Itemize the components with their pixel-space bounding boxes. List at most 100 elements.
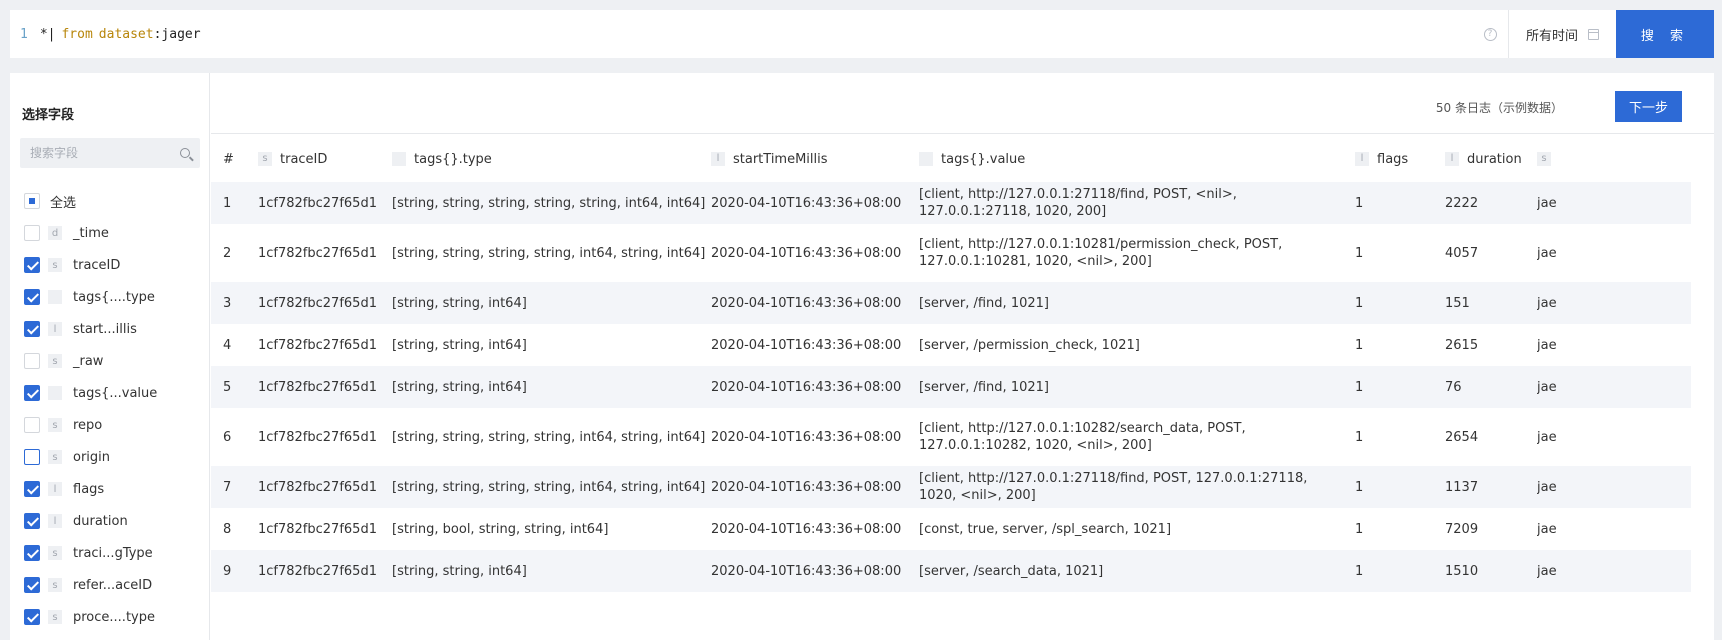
field-item[interactable]: s refer...aceID — [24, 569, 204, 601]
table-cell: [server, /find, 1021] — [919, 282, 1355, 324]
field-type-badge: s — [48, 354, 62, 368]
field-checkbox[interactable] — [24, 577, 40, 593]
field-item[interactable]: l start...illis — [24, 313, 204, 345]
table-cell: jae — [1537, 282, 1691, 324]
field-type-badge — [48, 290, 62, 304]
table-cell: 2020-04-10T16:43:36+08:00 — [711, 337, 902, 353]
field-name: start...illis — [73, 321, 137, 337]
column-type-badge: s — [1537, 152, 1551, 166]
column-header[interactable]: s traceID — [258, 136, 392, 182]
table-cell: [string, string, string, string, int64, … — [392, 429, 706, 445]
query-editor[interactable]: 1 *| from dataset: jager — [10, 10, 1472, 58]
field-checkbox[interactable] — [24, 289, 40, 305]
sidebar-title: 选择字段 — [22, 108, 75, 123]
field-type-badge — [48, 386, 62, 400]
search-button[interactable]: 搜 索 — [1616, 10, 1714, 58]
field-name: _time — [73, 225, 109, 241]
table-cell: 1 — [1355, 366, 1445, 408]
field-checkbox[interactable] — [24, 321, 40, 337]
table-cell: 2020-04-10T16:43:36+08:00 — [711, 550, 919, 592]
field-item[interactable]: tags{...value — [24, 377, 204, 409]
table-cell: jae — [1537, 466, 1691, 508]
table-cell: [string, string, int64] — [392, 366, 711, 408]
field-type-badge: s — [48, 610, 62, 624]
table-cell: 4057 — [1445, 245, 1479, 261]
column-header[interactable]: tags{}.value — [919, 136, 1355, 182]
table-row[interactable]: 7 1cf782fbc27f65d1 [string, string, string… — [211, 466, 1691, 508]
table-cell: 1510 — [1445, 550, 1537, 592]
table-cell: [string, string, string, string, int64, … — [392, 466, 711, 508]
column-header[interactable]: l flags — [1355, 136, 1445, 182]
column-header-label: flags — [1377, 151, 1409, 167]
field-item[interactable]: s _raw — [24, 345, 204, 377]
table-row[interactable]: 2 1cf782fbc27f65d1 [string, string, string… — [211, 224, 1691, 282]
table-cell: 1cf782fbc27f65d1 — [258, 521, 377, 537]
field-checkbox[interactable] — [24, 609, 40, 625]
table-cell: jae — [1537, 521, 1557, 537]
table-cell: 7209 — [1445, 521, 1479, 537]
table-row[interactable]: 4 1cf782fbc27f65d1 [string, string, int64]… — [211, 324, 1691, 366]
help-icon: ? — [1483, 27, 1497, 41]
help-button[interactable]: ? — [1472, 10, 1508, 58]
main-panel: 选择字段 全选 d_timestraceIDtags{....typelstar… — [10, 73, 1714, 640]
column-type-badge: l — [1355, 152, 1369, 166]
table-row[interactable]: 3 1cf782fbc27f65d1 [string, string, int64]… — [211, 282, 1691, 324]
field-type-badge: l — [48, 322, 62, 336]
column-header[interactable]: l startTimeMillis — [711, 136, 919, 182]
table-cell: [server, /search_data, 1021] — [919, 550, 1355, 592]
table-row[interactable]: 9 1cf782fbc27f65d1 [string, string, int64]… — [211, 550, 1691, 592]
field-list: 全选 d _time s traceID tags{....type l start...i… — [24, 185, 204, 633]
field-item[interactable]: s proce....type — [24, 601, 204, 633]
field-type-badge: s — [48, 546, 62, 560]
column-header-label: duration — [1467, 151, 1522, 167]
search-icon[interactable] — [180, 148, 190, 158]
table-cell: jae — [1537, 245, 1557, 261]
field-item[interactable]: s repo — [24, 409, 204, 441]
table-cell: 1 — [1355, 466, 1445, 508]
select-all-item[interactable]: 全选 — [24, 185, 204, 217]
table-row[interactable]: 8 1cf782fbc27f65d1 [string, bool, string, … — [211, 508, 1691, 550]
next-step-button[interactable]: 下一步 — [1615, 91, 1682, 122]
column-header[interactable]: l duration — [1445, 136, 1537, 182]
column-header[interactable]: s — [1537, 136, 1691, 182]
table-row[interactable]: 1 1cf782fbc27f65d1 [string, string, string… — [211, 182, 1691, 224]
table-cell: 1cf782fbc27f65d1 — [258, 182, 392, 224]
table-cell: [client, http://127.0.0.1:27118/find, PO… — [919, 466, 1355, 508]
table-cell: 2615 — [1445, 337, 1479, 353]
field-checkbox[interactable] — [24, 353, 40, 369]
column-type-badge: l — [711, 152, 725, 166]
field-item[interactable]: l duration — [24, 505, 204, 537]
table-cell: 2 — [223, 245, 232, 261]
table-cell: [string, string, string, string, int64, … — [392, 245, 706, 261]
field-name: tags{....type — [73, 289, 155, 305]
table-cell: 1cf782fbc27f65d1 — [258, 245, 377, 261]
field-checkbox[interactable] — [24, 417, 40, 433]
table-cell: [client, http://127.0.0.1:10281/permissi… — [919, 237, 1283, 269]
table-cell: 2654 — [1445, 429, 1479, 445]
field-checkbox[interactable] — [24, 225, 40, 241]
field-checkbox[interactable] — [24, 257, 40, 273]
field-item[interactable]: s origin — [24, 441, 204, 473]
field-search-input[interactable] — [30, 146, 170, 160]
column-header[interactable]: # — [211, 136, 258, 182]
field-name: flags — [73, 481, 105, 497]
field-item[interactable]: d _time — [24, 217, 204, 249]
table-row[interactable]: 5 1cf782fbc27f65d1 [string, string, int64]… — [211, 366, 1691, 408]
field-checkbox[interactable] — [24, 449, 40, 465]
select-all-checkbox[interactable] — [24, 193, 40, 209]
field-checkbox[interactable] — [24, 513, 40, 529]
field-item[interactable]: l flags — [24, 473, 204, 505]
field-item[interactable]: s traceID — [24, 249, 204, 281]
time-range-picker[interactable]: 所有时间 — [1508, 10, 1616, 58]
field-item[interactable]: tags{....type — [24, 281, 204, 313]
field-checkbox[interactable] — [24, 385, 40, 401]
calendar-icon — [1588, 28, 1600, 40]
field-checkbox[interactable] — [24, 481, 40, 497]
field-checkbox[interactable] — [24, 545, 40, 561]
column-type-badge — [392, 152, 406, 166]
column-header-label: startTimeMillis — [733, 151, 828, 167]
table-cell: 1 — [211, 182, 258, 224]
field-item[interactable]: s traci...gType — [24, 537, 204, 569]
column-header[interactable]: tags{}.type — [392, 136, 711, 182]
table-row[interactable]: 6 1cf782fbc27f65d1 [string, string, string… — [211, 408, 1691, 466]
